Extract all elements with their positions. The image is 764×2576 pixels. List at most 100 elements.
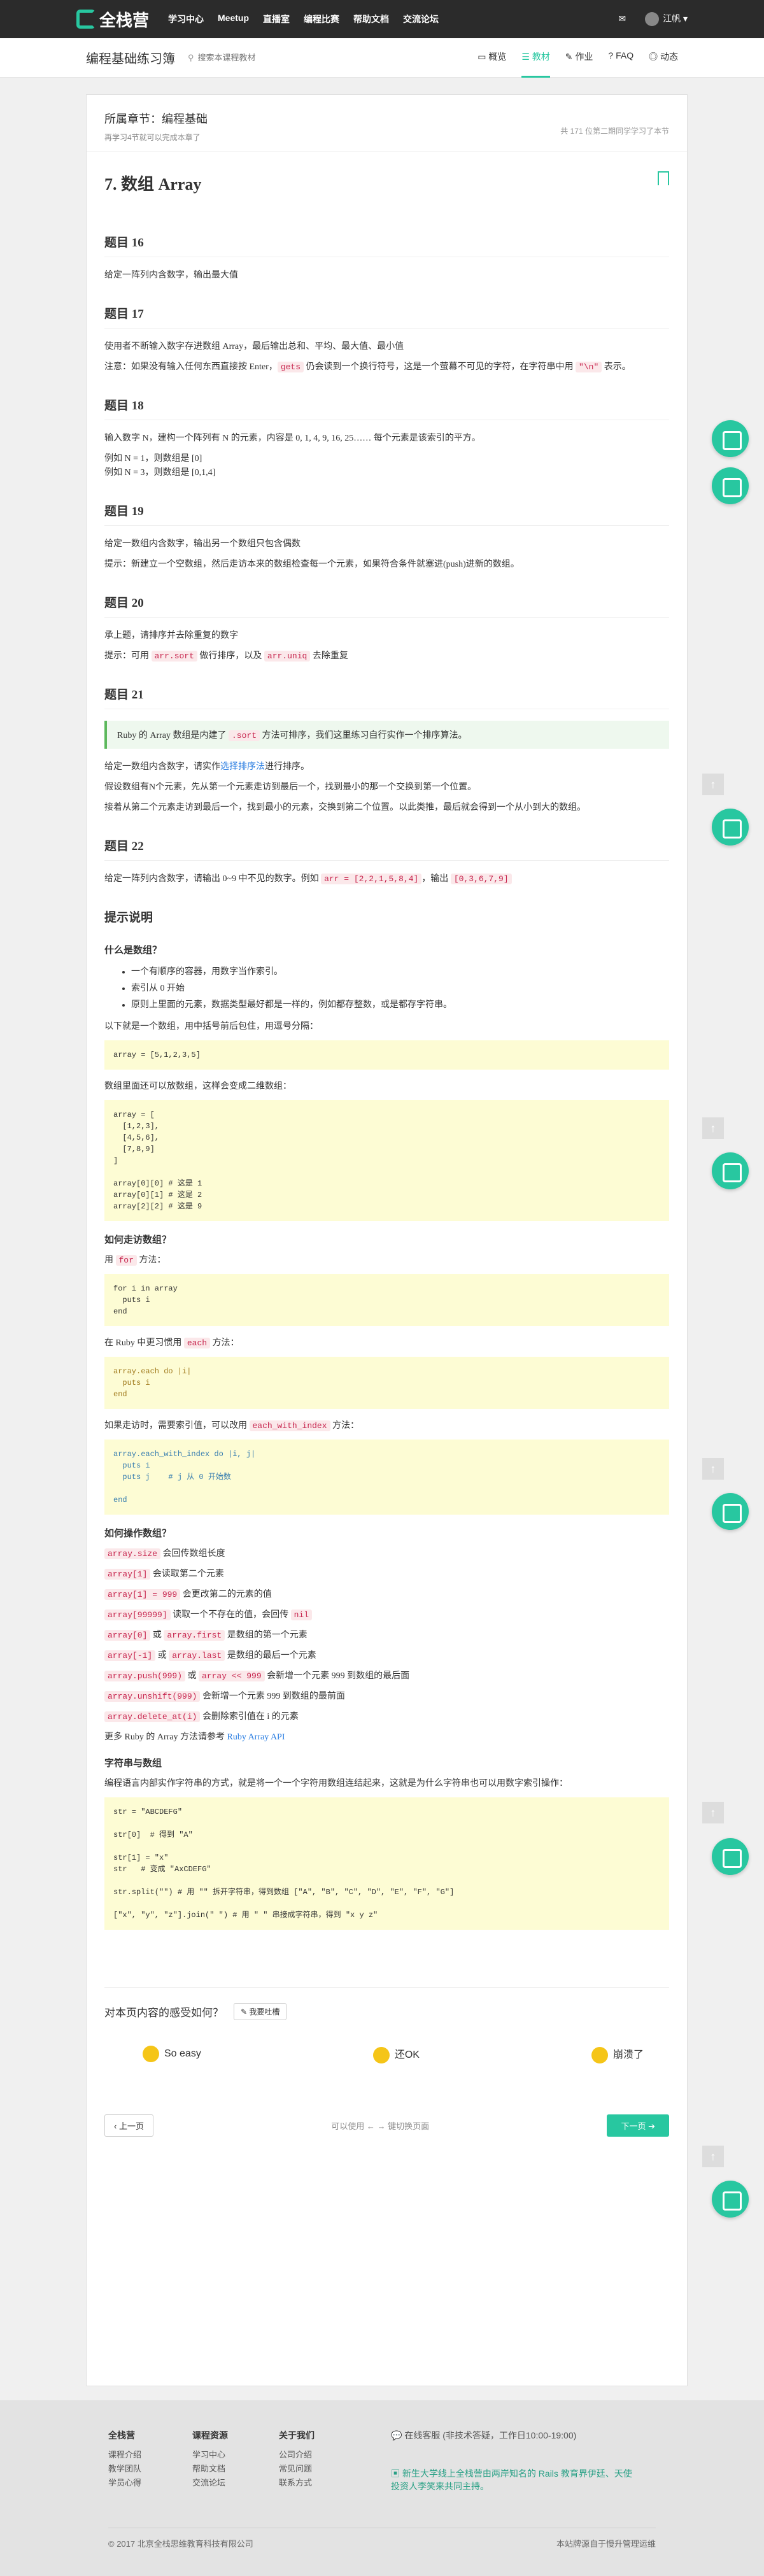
footer-link[interactable]: 教学团队 [108, 2462, 141, 2476]
nested-array-text: 数组里面还可以放数组，这样会变成二维数组： [104, 1082, 292, 1091]
nav-link-forum[interactable]: 交流论坛 [403, 13, 439, 25]
q21-text-a: 给定一数组内含数字，请实作 [104, 762, 220, 772]
op-item: array[-1] 或 array.last 是数组的最后一个元素 [104, 1649, 669, 1663]
q16-title: 题目 16 [104, 233, 669, 257]
mail-icon[interactable]: ✉ [618, 13, 626, 24]
footer-link[interactable]: 课程介绍 [108, 2448, 141, 2462]
user-menu[interactable]: 江帆 ▾ [645, 12, 688, 27]
logo[interactable]: 全栈营 [76, 8, 149, 31]
search-input[interactable] [197, 53, 300, 62]
string-array-title: 字符串与数组 [104, 1759, 162, 1769]
nav-link-meetup[interactable]: Meetup [218, 13, 249, 25]
faq-icon: ? [608, 50, 616, 60]
floating-chat-button[interactable] [712, 467, 749, 504]
nav-link-help[interactable]: 帮助文档 [353, 13, 389, 25]
text: 更多 Ruby 的 Array 方法请参考 [104, 1732, 227, 1742]
top-nav: 全栈营 学习中心 Meetup 直播室 编程比赛 帮助文档 交流论坛 ✉ 江帆 … [0, 0, 764, 38]
arrow-right-icon: ➔ [646, 2121, 655, 2131]
footer-link[interactable]: 学员心得 [108, 2476, 141, 2490]
q19-title: 题目 19 [104, 502, 669, 526]
copyright: © 2017 北京全栈思维教育科技有限公司 [108, 2539, 253, 2549]
neutral-face-icon [372, 2046, 390, 2063]
scroll-up-icon[interactable]: ↑ [702, 1458, 724, 1480]
footer-link[interactable]: 常见问题 [279, 2462, 315, 2476]
list-item: 一个有顺序的容器，用数字当作索引。 [131, 964, 669, 980]
next-page-button[interactable]: 下一页 ➔ [607, 2114, 669, 2137]
vote-ok[interactable]: 还OK [372, 2046, 420, 2063]
inline-code: nil [290, 1610, 313, 1620]
ruby-array-api-link[interactable]: Ruby Array API [227, 1732, 285, 1742]
code-block: array = [5,1,2,3,5] [104, 1040, 669, 1070]
footer-link[interactable]: 帮助文档 [192, 2462, 228, 2476]
text: 会回传数组长度 [160, 1549, 225, 1559]
q21-note-a: Ruby 的 Array 数组是内建了 [117, 731, 229, 740]
q21-note: Ruby 的 Array 数组是内建了 .sort 方法可排序，我们这里练习自行… [104, 721, 669, 749]
report-icon: ✎ [241, 2007, 250, 2016]
lesson-content: 7. 数组 Array 题目 16 给定一阵列内含数字，输出最大值 题目 17 … [87, 152, 687, 1930]
floating-chat-button[interactable] [712, 2181, 749, 2218]
footer-promo: ▣ 新生大学线上全栈营由两岸知名的 Rails 教育界伊廷、天使投资人李笑来共同… [391, 2467, 633, 2493]
chapter-stats: 共 171 位第二期同学学习了本节 [560, 127, 669, 136]
tab-activity[interactable]: ◎ 动态 [649, 38, 678, 78]
footer-col-title: 课程资源 [192, 2430, 229, 2440]
scroll-up-icon[interactable]: ↑ [702, 774, 724, 795]
what-is-array-text: 以下就是一个数组，用中括号前后包住，用逗号分隔： [104, 1022, 318, 1031]
footer-link[interactable]: 学习中心 [192, 2448, 228, 2462]
footer-link[interactable]: 公司介绍 [279, 2448, 315, 2462]
selection-sort-link[interactable]: 选择排序法 [220, 762, 265, 772]
nav-link-live[interactable]: 直播室 [263, 13, 290, 25]
bookmark-icon[interactable] [658, 171, 669, 185]
footer-link[interactable]: 交流论坛 [192, 2476, 228, 2490]
footer-col: 课程资源 学习中心 帮助文档 交流论坛 [192, 2429, 228, 2493]
inline-code: each_with_index [249, 1420, 330, 1431]
feedback-question: 对本页内容的感受如何？ [104, 2007, 223, 2019]
pager-hint: 可以使用 ← → 键切换页面 [331, 2121, 430, 2131]
smile-icon [143, 2046, 159, 2062]
vote-crash[interactable]: 崩溃了 [591, 2046, 644, 2063]
floating-chat-button[interactable] [712, 809, 749, 846]
footer-link[interactable]: 联系方式 [279, 2476, 315, 2490]
nav-link-learning-center[interactable]: 学习中心 [168, 13, 204, 25]
tab-homework[interactable]: ✎ 作业 [565, 38, 593, 78]
vote-easy[interactable]: So easy [143, 2046, 201, 2063]
prev-page-button[interactable]: ‹ 上一页 [104, 2114, 153, 2137]
course-search: ⚲ [188, 53, 300, 63]
floating-chat-button[interactable] [712, 1838, 749, 1875]
tab-homework-label: 作业 [575, 52, 593, 62]
text: 如果走访时，需要索引值，可以改用 [104, 1421, 250, 1431]
tab-material[interactable]: ☰ 教材 [521, 38, 550, 78]
q21-note-b: 方法可排序，我们这里练习自行实作一个排序算法。 [260, 731, 467, 740]
floating-chat-button[interactable] [712, 420, 749, 457]
text: 会读取第二个元素 [150, 1569, 224, 1579]
q21-p3: 接着从第二个元素走访到最后一个，找到最小的元素，交换到第二个位置。以此类推，最后… [104, 803, 586, 812]
scroll-up-icon[interactable]: ↑ [702, 1117, 724, 1139]
nav-link-contest[interactable]: 编程比赛 [304, 13, 339, 25]
inline-code: array.push(999) [104, 1671, 186, 1681]
iterate-title: 如何走访数组？ [104, 1235, 172, 1245]
course-title: 编程基础练习簿 [86, 52, 175, 66]
tab-activity-label: 动态 [660, 52, 678, 62]
text: 会新增一个元素 999 到数组的最前面 [200, 1692, 345, 1701]
tab-faq[interactable]: ? FAQ [608, 38, 633, 78]
online-service[interactable]: 💬 在线客服 (非技术答疑，工作日10:00-19:00) [391, 2429, 633, 2442]
floating-chat-button[interactable] [712, 1152, 749, 1189]
q22-text: 给定一阵列内含数字，请输出 0~9 中不见的数字。例如 arr = [2,2,1… [104, 872, 669, 886]
report-button[interactable]: ✎ 我要吐槽 [234, 2003, 287, 2020]
lesson-title: 7. 数组 Array [104, 175, 202, 194]
inline-code: array[-1] [104, 1650, 156, 1661]
tab-overview[interactable]: ▭ 概览 [478, 38, 506, 78]
footer-col-title: 全栈营 [108, 2430, 135, 2440]
floating-chat-button[interactable] [712, 1493, 749, 1530]
scroll-up-icon[interactable]: ↑ [702, 2146, 724, 2167]
inline-code: array.first [164, 1630, 225, 1641]
q17-note: 注意：如果没有输入任何东西直接按 Enter， gets 仍会读到一个换行符号，这… [104, 360, 669, 374]
inline-code: array.last [169, 1650, 225, 1661]
report-label: 我要吐槽 [249, 2007, 280, 2016]
text: 在 Ruby 中更习惯用 [104, 1338, 184, 1348]
inline-code: arr.uniq [264, 651, 311, 662]
what-is-array-title: 什么是数组？ [104, 945, 162, 956]
q19-text: 给定一数组内含数字，输出另一个数组只包含偶数 [104, 539, 301, 549]
next-label: 下一页 [621, 2121, 646, 2131]
op-item: array[1] = 999 会更改第二的元素的值 [104, 1588, 669, 1602]
scroll-up-icon[interactable]: ↑ [702, 1802, 724, 1823]
